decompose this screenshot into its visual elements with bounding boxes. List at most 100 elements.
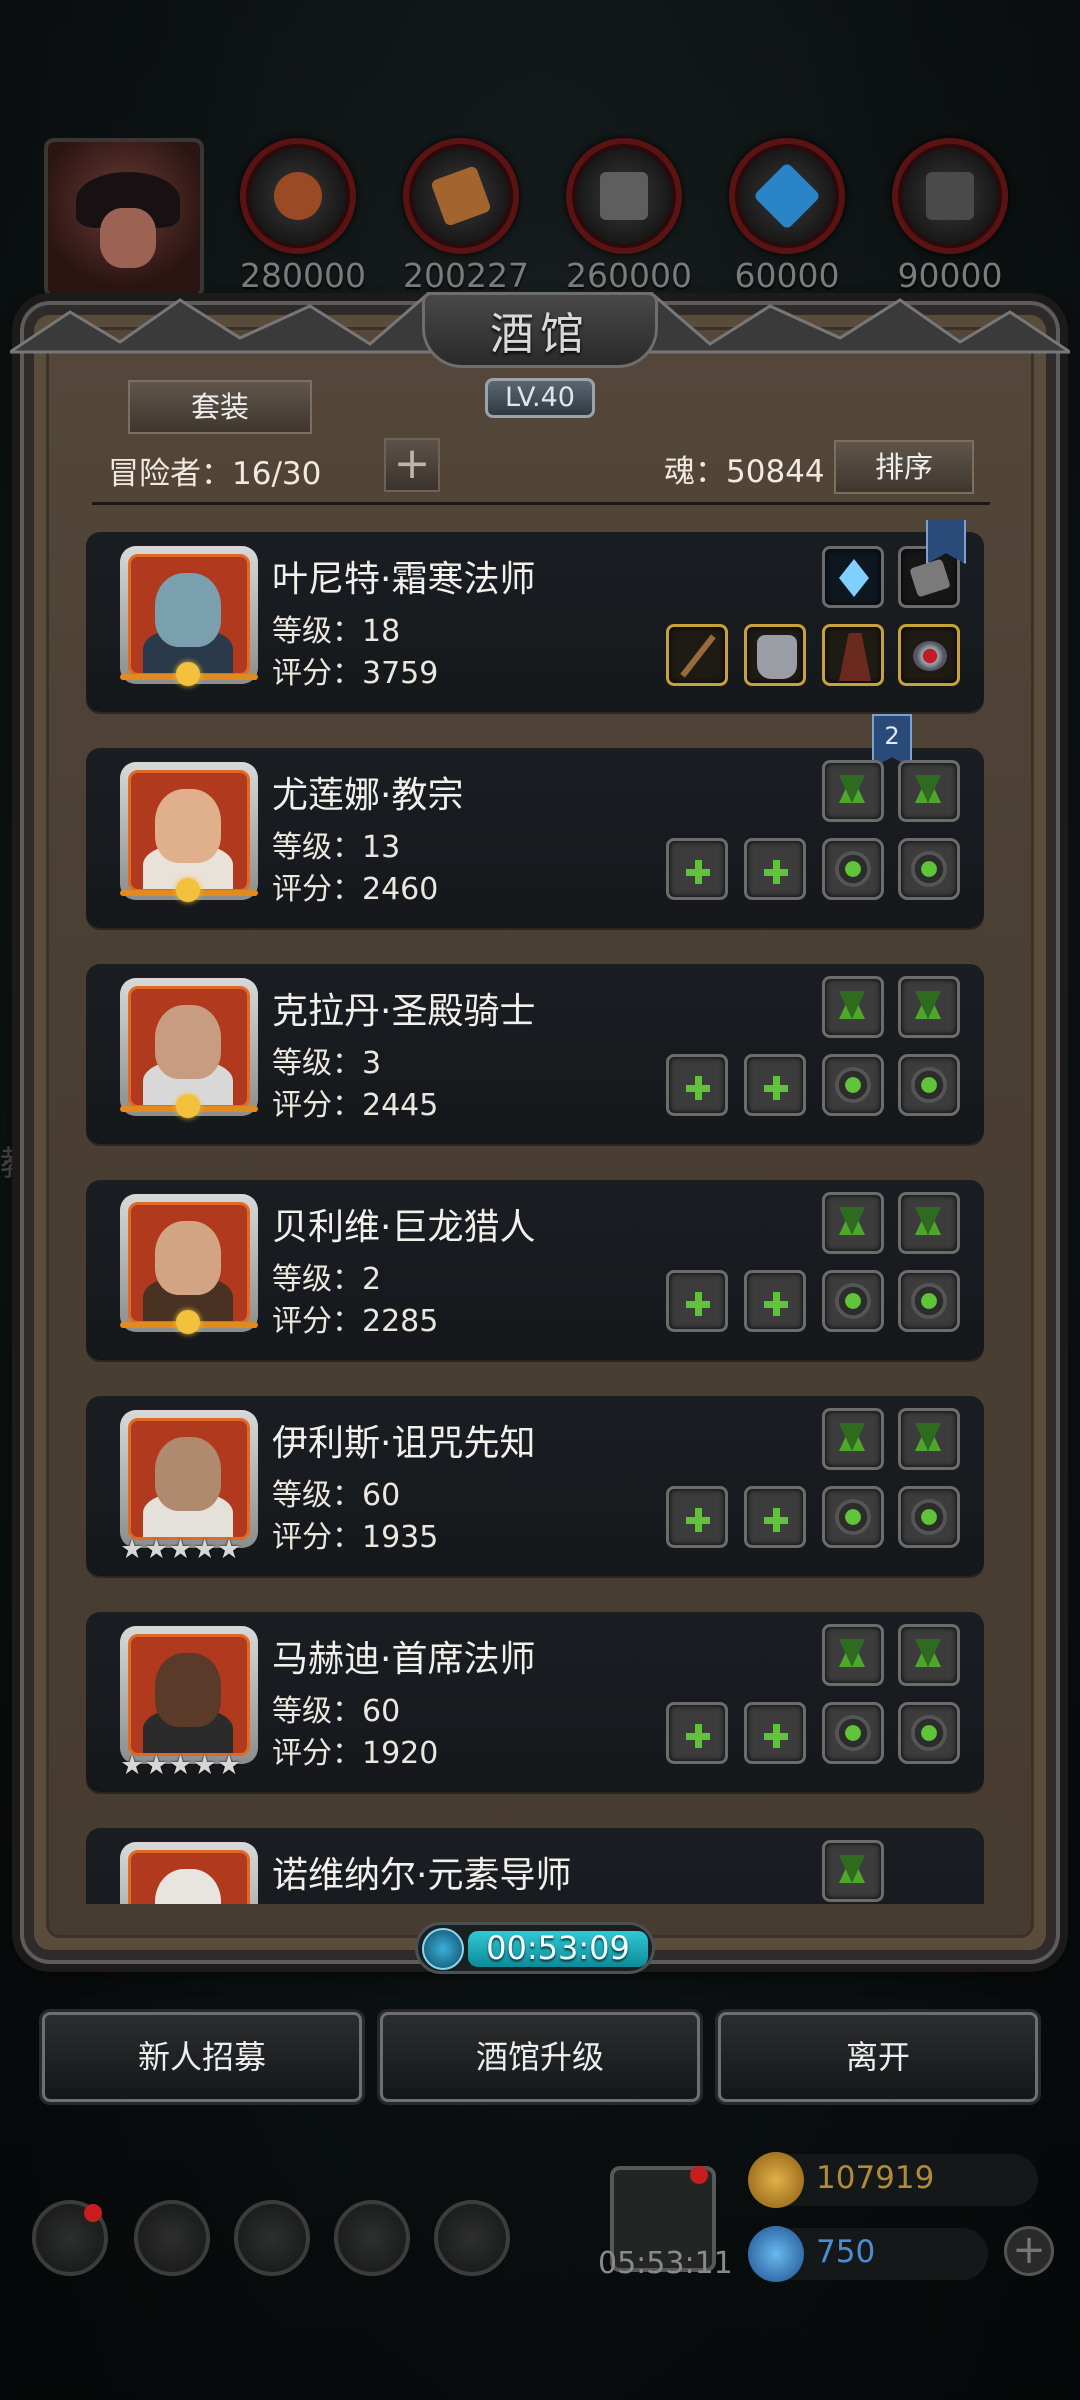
timer-text: 00:53:09	[486, 1929, 630, 1967]
add-ring-icon[interactable]	[898, 838, 960, 900]
resource-bar: 280000 200227 260000 60000 90000	[42, 130, 1042, 300]
add-currency-button[interactable]: +	[1004, 2226, 1054, 2276]
resource-iron[interactable]: 260000	[566, 138, 692, 295]
hero-score: 评分：2445	[272, 1088, 439, 1123]
add-armor-icon[interactable]	[744, 838, 806, 900]
empty-gem-slot-icon[interactable]	[898, 760, 960, 822]
resource-crystal[interactable]: 60000	[729, 138, 845, 295]
hero-score: 评分：1920	[272, 1736, 439, 1771]
add-ring-icon[interactable]	[898, 1054, 960, 1116]
hero-name: 伊利斯·诅咒先知	[272, 1423, 536, 1464]
soul-count: 魂：50844	[664, 454, 825, 490]
ice-gem-icon[interactable]	[822, 546, 884, 608]
empty-gem-slot-icon[interactable]	[822, 1192, 884, 1254]
helmet-icon[interactable]	[234, 2200, 310, 2276]
hero-row[interactable]: 叶尼特·霜寒法师 等级：18 评分：3759	[86, 520, 984, 712]
empty-gem-slot-icon[interactable]	[822, 1624, 884, 1686]
gold-coin-icon	[748, 2152, 804, 2208]
empty-gem-slot-icon[interactable]	[898, 976, 960, 1038]
add-weapon-icon[interactable]	[666, 1054, 728, 1116]
hero-score: 评分：1935	[272, 1520, 439, 1555]
hero-portrait[interactable]	[120, 1410, 258, 1548]
hero-list[interactable]: 叶尼特·霜寒法师 等级：18 评分：3759 尤莲娜·教宗 等级：13 评分：2…	[86, 520, 986, 1904]
staff-icon[interactable]	[666, 624, 728, 686]
notification-dot	[690, 2166, 708, 2184]
hero-row[interactable]: 克拉丹·圣殿骑士 等级：3 评分：2445	[86, 964, 984, 1144]
add-armor-icon[interactable]	[744, 1702, 806, 1764]
leave-button[interactable]: 离开	[718, 2012, 1038, 2102]
add-weapon-icon[interactable]	[666, 1486, 728, 1548]
hero-row[interactable]: 尤莲娜·教宗 等级：13 评分：2460 2	[86, 714, 984, 928]
hero-score: 评分：3759	[272, 656, 439, 691]
hero-level: 等级：13	[272, 830, 401, 865]
upgrade-tavern-button[interactable]: 酒馆升级	[380, 2012, 700, 2102]
empty-gem-slot-icon[interactable]	[822, 1840, 884, 1902]
amulet-icon[interactable]	[898, 624, 960, 686]
rank-stars-icon: ★★★★★	[120, 1750, 242, 1781]
hero-score: 评分：2460	[272, 872, 439, 907]
hero-level: 等级：18	[272, 614, 401, 649]
hero-name: 贝利维·巨龙猎人	[272, 1207, 536, 1248]
tavern-level: LV.40	[485, 378, 595, 418]
armor-icon[interactable]	[744, 624, 806, 686]
add-ring-icon[interactable]	[822, 1702, 884, 1764]
hero-portrait[interactable]	[120, 1626, 258, 1764]
resource-wood[interactable]: 200227	[403, 138, 529, 295]
add-armor-icon[interactable]	[744, 1270, 806, 1332]
hero-row[interactable]: ★★★★★ 伊利斯·诅咒先知 等级：60 评分：1935	[86, 1396, 984, 1576]
hero-name: 尤莲娜·教宗	[272, 775, 464, 816]
hero-row[interactable]: ★★★★★ 马赫迪·首席法师 等级：60 评分：1920	[86, 1612, 984, 1792]
add-armor-icon[interactable]	[744, 1054, 806, 1116]
resource-leather[interactable]: 280000	[240, 138, 366, 295]
empty-gem-slot-icon[interactable]	[898, 1624, 960, 1686]
add-slot-button[interactable]: +	[384, 438, 440, 492]
hero-row[interactable]: 诺维纳尔·元素导师	[86, 1828, 984, 1904]
rank-stars-icon: ★★★★★	[120, 1534, 242, 1565]
robe-icon[interactable]	[822, 624, 884, 686]
set-button[interactable]: 套装	[128, 380, 312, 434]
empty-gem-slot-icon[interactable]	[822, 1408, 884, 1470]
diamond-icon	[748, 2226, 804, 2282]
empty-gem-slot-icon[interactable]	[822, 760, 884, 822]
wood-icon	[430, 165, 492, 227]
gold-display: 107919	[748, 2152, 1038, 2208]
add-weapon-icon[interactable]	[666, 1702, 728, 1764]
add-ring-icon[interactable]	[898, 1486, 960, 1548]
hero-name: 叶尼特·霜寒法师	[272, 559, 536, 600]
crystal-icon	[753, 162, 821, 230]
add-ring-icon[interactable]	[898, 1702, 960, 1764]
add-armor-icon[interactable]	[744, 1486, 806, 1548]
star-icon[interactable]	[134, 2200, 210, 2276]
empty-gem-slot-icon[interactable]	[822, 976, 884, 1038]
hero-portrait[interactable]	[120, 1842, 258, 1904]
hero-level: 等级：3	[272, 1046, 382, 1081]
resource-ore[interactable]: 90000	[892, 138, 1008, 295]
empty-gem-slot-icon[interactable]	[898, 1192, 960, 1254]
add-ring-icon[interactable]	[822, 1486, 884, 1548]
diamond-amount: 750	[816, 2234, 876, 2270]
ore-icon	[926, 172, 974, 220]
leather-icon	[274, 172, 322, 220]
sort-button[interactable]: 排序	[834, 440, 974, 494]
tavern-title: 酒馆	[490, 309, 590, 360]
cube-icon[interactable]	[434, 2200, 510, 2276]
add-ring-icon[interactable]	[822, 1054, 884, 1116]
rank-moon-icon	[120, 662, 258, 686]
add-weapon-icon[interactable]	[666, 838, 728, 900]
player-avatar[interactable]	[44, 138, 204, 298]
empty-gem-slot-icon[interactable]	[898, 1408, 960, 1470]
recruit-button[interactable]: 新人招募	[42, 2012, 362, 2102]
mail-icon[interactable]	[334, 2200, 410, 2276]
hero-level: 等级：2	[272, 1262, 382, 1297]
add-weapon-icon[interactable]	[666, 1270, 728, 1332]
divider	[92, 502, 990, 505]
hero-name: 克拉丹·圣殿骑士	[272, 991, 536, 1032]
add-ring-icon[interactable]	[822, 838, 884, 900]
clock-icon	[422, 1928, 464, 1970]
hero-name: 诺维纳尔·元素导师	[272, 1855, 572, 1896]
add-ring-icon[interactable]	[822, 1270, 884, 1332]
add-ring-icon[interactable]	[898, 1270, 960, 1332]
resource-value: 200227	[403, 256, 529, 295]
resource-value: 280000	[240, 256, 366, 295]
hero-row[interactable]: 贝利维·巨龙猎人 等级：2 评分：2285	[86, 1180, 984, 1360]
